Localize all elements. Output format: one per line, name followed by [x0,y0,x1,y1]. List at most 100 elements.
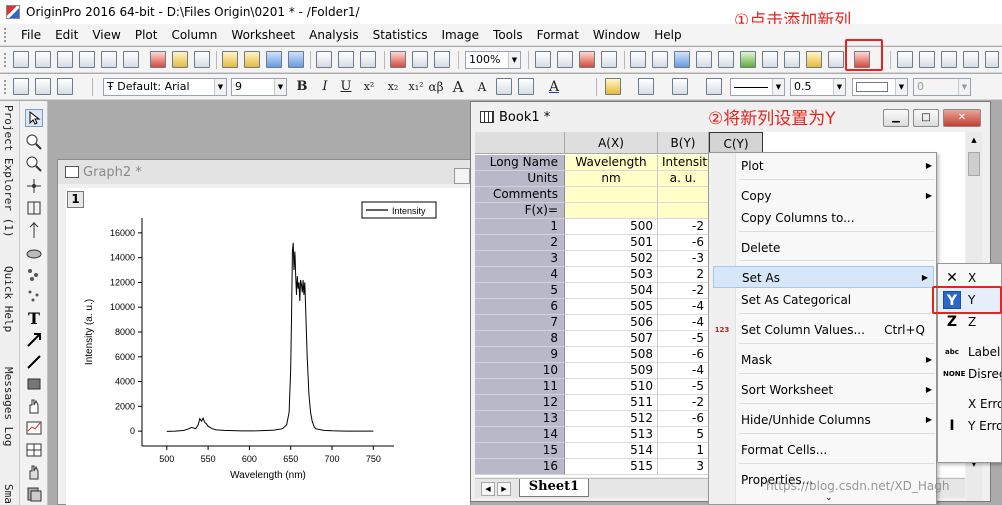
line-width-select[interactable]: 0.5 ▼ [790,78,846,96]
data-cell[interactable]: 509 [565,363,658,379]
layer-badge[interactable]: 1 [67,191,84,208]
region-selector-icon[interactable] [25,243,43,261]
meta-row-header[interactable]: Units [475,171,565,187]
more-tools-icon[interactable] [985,51,999,68]
row-header[interactable]: 7 [475,315,565,331]
row-header[interactable]: 14 [475,427,565,443]
menu-image[interactable]: Image [434,28,486,42]
menu-item-delete[interactable]: Delete [736,237,937,259]
column-statistics-icon[interactable] [897,51,913,68]
data-cell[interactable]: 510 [565,379,658,395]
row-header[interactable]: 11 [475,379,565,395]
stack-icon[interactable] [25,485,43,503]
insert-table-icon[interactable] [25,441,43,459]
data-cell[interactable]: 502 [565,251,658,267]
save-project-icon[interactable] [266,51,282,68]
data-cell[interactable]: 507 [565,331,658,347]
submenu-item-disregard[interactable]: NONEDisregard [938,362,1001,386]
greek-button[interactable]: αβ [427,78,445,96]
decrease-font-button[interactable]: A [474,78,490,96]
meta-cell[interactable]: nm [565,171,658,187]
menu-item-set-as[interactable]: Set As ▶ [713,266,934,288]
new-layout-icon[interactable] [172,51,188,68]
new-folder-icon[interactable] [35,51,51,68]
graph-page[interactable]: 500 550 600 650 700 750 0 2000 4000 6000 8000 10000… [66,188,470,505]
tab-project-explorer[interactable]: Project Explorer (1) [2,105,15,237]
row-header[interactable]: 16 [475,459,565,475]
hand-pan-icon[interactable] [25,463,43,481]
row-header[interactable]: 4 [475,267,565,283]
maximize-button[interactable]: □ [913,109,939,127]
meta-cell[interactable] [565,187,658,203]
meta-cell[interactable]: Wavelength [565,155,658,171]
data-cell[interactable]: -6 [658,411,709,427]
menu-tools[interactable]: Tools [486,28,530,42]
copy-icon[interactable] [35,78,51,95]
menu-file[interactable]: File [14,28,48,42]
line-tool-icon[interactable] [25,353,43,371]
sort-icon[interactable] [941,51,957,68]
batch-plot-icon[interactable] [434,51,450,68]
data-cell[interactable]: 1 [658,443,709,459]
results-log-icon[interactable] [652,51,668,68]
row-header[interactable]: 8 [475,331,565,347]
scroll-thumb[interactable] [968,152,980,176]
row-header[interactable]: 9 [475,347,565,363]
data-cell[interactable]: 511 [565,395,658,411]
open-icon[interactable] [222,51,238,68]
menu-item-sort-worksheet[interactable]: Sort Worksheet ▶ [736,379,937,401]
new-notes-icon[interactable] [194,51,210,68]
tab-quick-help[interactable]: Quick Help [2,266,15,332]
row-header[interactable]: 5 [475,283,565,299]
data-cell[interactable]: 506 [565,315,658,331]
menu-item-set-column-values[interactable]: Set Column Values... Ctrl+Q [736,319,937,341]
script-window-icon[interactable] [674,51,690,68]
menu-item-set-as-categorical[interactable]: Set As Categorical [736,289,937,311]
import-wizard-icon[interactable] [360,51,376,68]
row-header[interactable]: 1 [475,219,565,235]
menu-window[interactable]: Window [586,28,647,42]
grid-corner[interactable] [475,132,565,154]
print-icon[interactable] [535,51,551,68]
data-cell[interactable]: -5 [658,331,709,347]
sup-sub-button[interactable]: x₁² [406,78,426,96]
hand-icon[interactable] [25,397,43,415]
data-cell[interactable]: -4 [658,299,709,315]
plot-setup-icon[interactable] [806,51,822,68]
menu-more-icon[interactable]: ⌄ [825,493,833,503]
row-header[interactable]: 12 [475,395,565,411]
cut-icon[interactable] [13,78,29,95]
menu-item-copy-columns-to[interactable]: Copy Columns to... [736,207,937,229]
italic-button[interactable]: I [318,78,332,96]
import-ascii-icon[interactable] [316,51,332,68]
menu-edit[interactable]: Edit [48,28,85,42]
row-header[interactable]: 13 [475,411,565,427]
mask-points-icon[interactable] [25,265,43,283]
open-template-icon[interactable] [244,51,260,68]
data-cell[interactable]: 5 [658,427,709,443]
spectrum-chart[interactable]: 500 550 600 650 700 750 0 2000 4000 6000 8000 10000… [66,188,470,505]
meta-row-header[interactable]: Comments [475,187,565,203]
rectangle-tool-icon[interactable] [25,375,43,393]
meta-cell[interactable]: a. u. [658,171,709,187]
data-cell[interactable]: 500 [565,219,658,235]
graph-window[interactable]: Graph2 * 500 550 600 650 700 750 0 2000 4000 6000… [57,159,471,505]
film-icon[interactable] [601,51,617,68]
data-cell[interactable]: 513 [565,427,658,443]
submenu-item-label[interactable]: abc Label [938,340,1001,364]
data-cell[interactable]: 3 [658,459,709,475]
duplicate-icon[interactable] [412,51,428,68]
row-header[interactable]: 6 [475,299,565,315]
apps-icon[interactable] [740,51,756,68]
menu-item-hide-unhide-columns[interactable]: Hide/Unhide Columns ▶ [736,409,937,431]
graph-minimize-button[interactable] [454,168,470,184]
menu-column[interactable]: Column [164,28,224,42]
data-cell[interactable]: 512 [565,411,658,427]
zoom-in-icon[interactable] [25,133,43,151]
data-cell[interactable]: 508 [565,347,658,363]
recalculate-icon[interactable] [390,51,406,68]
menu-analysis[interactable]: Analysis [302,28,365,42]
data-cell[interactable]: 503 [565,267,658,283]
new-matrix-icon[interactable] [101,51,117,68]
minimize-button[interactable]: ▁ [883,109,909,127]
